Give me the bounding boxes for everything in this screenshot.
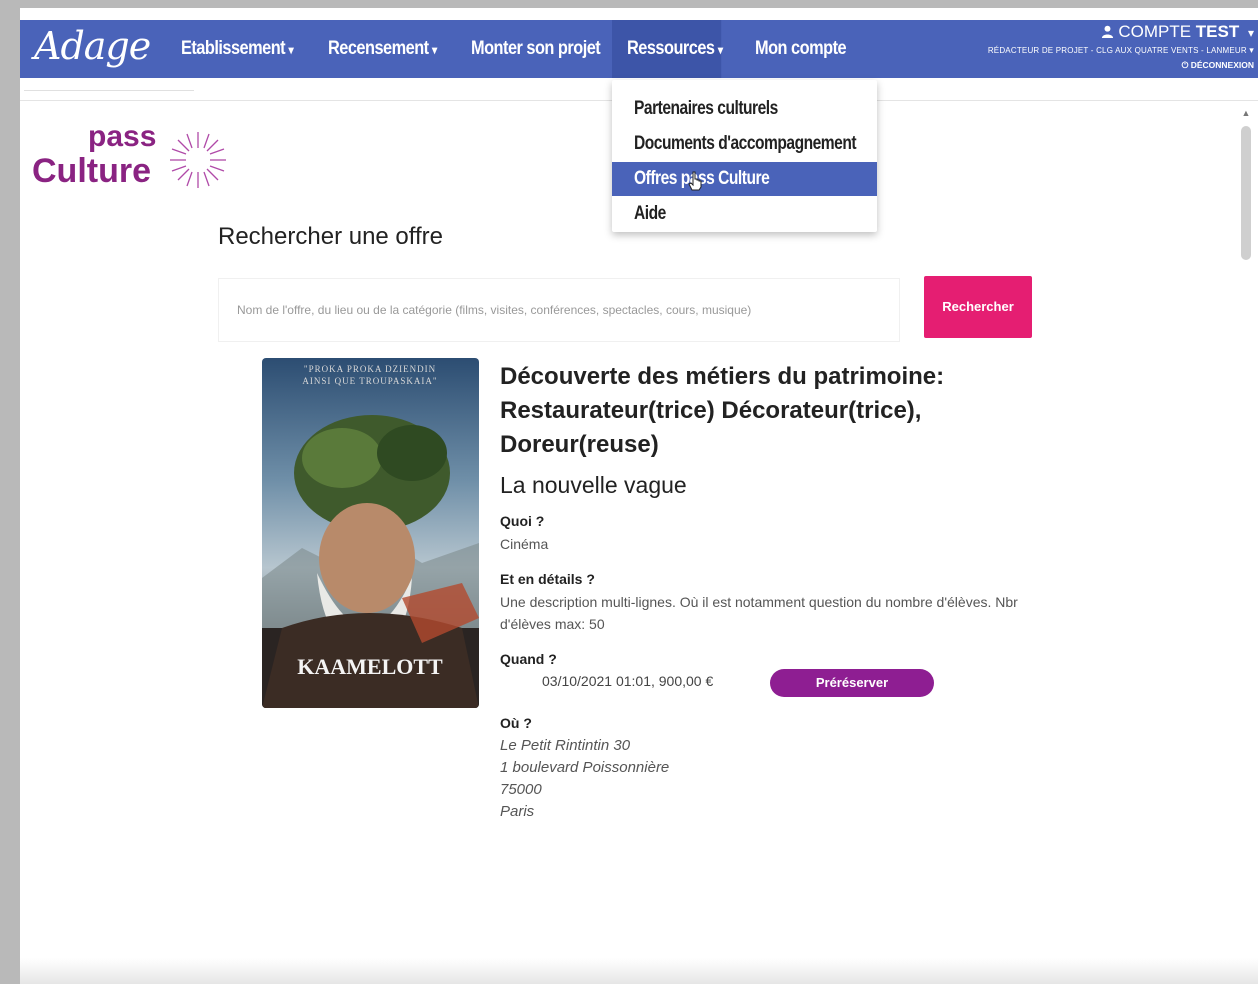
prereserve-button[interactable]: Préréserver (770, 669, 934, 697)
logo-pass-text: pass (88, 120, 157, 153)
nav-monter-projet[interactable]: Monter son projet (471, 20, 601, 78)
menu-item-label: Partenaires culturels (634, 98, 778, 119)
caret-down-icon: ▾ (432, 43, 437, 57)
caret-down-icon: ▾ (288, 43, 294, 57)
nav-ressources[interactable]: Ressources ▾ (627, 20, 723, 78)
when-value: 03/10/2021 01:01, 900,00 € (542, 673, 714, 689)
caret-down-icon: ▾ (1247, 26, 1254, 40)
details-label: Et en détails ? (500, 571, 595, 587)
account-name-bold: TEST (1195, 22, 1240, 41)
nav-recensement[interactable]: Recensement ▾ (328, 20, 437, 78)
when-row: 03/10/2021 01:01, 900,00 € Préréserver (500, 669, 1060, 699)
nav-etablissement-label: Etablissement (181, 38, 286, 59)
ressources-dropdown-menu: Partenaires culturels Documents d'accomp… (612, 80, 877, 232)
search-input[interactable]: Nom de l'offre, du lieu ou de la catégor… (218, 278, 900, 342)
caret-down-icon: ▾ (1249, 45, 1254, 55)
menu-item-label: Aide (634, 203, 666, 224)
menu-item-label: Documents d'accompagnement (634, 133, 857, 154)
account-prefix: COMPTE (1118, 22, 1192, 41)
logout-link[interactable]: ⏻ DÉCONNEXION (988, 60, 1254, 71)
address-block: Le Petit Rintintin 30 1 boulevard Poisso… (500, 735, 1060, 823)
details-value: Une description multi-lignes. Où il est … (500, 594, 1018, 632)
search-button[interactable]: Rechercher (924, 276, 1032, 338)
logout-label: DÉCONNEXION (1190, 60, 1254, 70)
page-scrollbar[interactable]: ▲ (1240, 108, 1252, 972)
caret-down-icon: ▾ (717, 43, 723, 57)
what-value: Cinéma (500, 536, 549, 552)
user-icon (1101, 25, 1113, 38)
scrollbar-thumb[interactable] (1241, 126, 1251, 260)
nav-mon-compte-label: Mon compte (755, 38, 847, 59)
nav-etablissement[interactable]: Etablissement ▾ (181, 20, 294, 78)
power-icon: ⏻ (1181, 60, 1189, 70)
offer-title: Découverte des métiers du patrimoine: Re… (500, 363, 945, 458)
scroll-up-arrow-icon[interactable]: ▲ (1240, 108, 1252, 122)
account-menu[interactable]: COMPTE TEST ▾ RÉDACTEUR DE PROJET - CLG … (988, 22, 1254, 71)
nav-recensement-label: Recensement (328, 38, 429, 59)
account-role-text: RÉDACTEUR DE PROJET - CLG AUX QUATRE VEN… (987, 46, 1247, 55)
when-label: Quand ? (500, 651, 557, 667)
nav-ressources-label: Ressources (627, 38, 715, 59)
offer-details: Découverte des métiers du patrimoine: Re… (500, 358, 1060, 823)
top-navbar: Adage Etablissement ▾ Recensement ▾ Monter… (20, 20, 1258, 78)
what-label: Quoi ? (500, 513, 545, 529)
menu-item-partenaires[interactable]: Partenaires culturels (612, 92, 877, 126)
search-title: Rechercher une offre (218, 223, 444, 250)
poster-logo-text: KAAMELOTT (297, 654, 443, 679)
account-role: RÉDACTEUR DE PROJET - CLG AUX QUATRE VEN… (988, 45, 1254, 56)
poster-top-text-2: AINSI QUE TROUPASKAIA" (302, 376, 437, 386)
logo-culture-text: Culture (32, 152, 151, 190)
sunburst-icon (170, 132, 226, 188)
address-line: Paris (500, 803, 535, 820)
where-label: Où ? (500, 715, 532, 731)
address-line: 75000 (500, 781, 542, 798)
offer-venue: La nouvelle vague (500, 472, 687, 498)
address-line: Le Petit Rintintin 30 (500, 737, 631, 754)
nav-mon-compte[interactable]: Mon compte (755, 20, 847, 78)
poster-top-text-1: "PROKA PROKA DZIENDIN (304, 364, 436, 374)
menu-item-offres-pass-culture[interactable]: Offres pass Culture (612, 162, 877, 196)
address-line: 1 boulevard Poissonnière (500, 759, 670, 776)
account-name[interactable]: COMPTE TEST ▾ (988, 22, 1254, 42)
subheader-tab-stub (24, 78, 194, 91)
adage-logo[interactable]: Adage (34, 24, 151, 68)
window-bottom-edge (20, 958, 1258, 984)
hand-cursor-icon (688, 171, 702, 191)
nav-monter-projet-label: Monter son projet (471, 38, 601, 59)
browser-window: Adage Etablissement ▾ Recensement ▾ Monter… (20, 8, 1258, 984)
offer-poster-image: "PROKA PROKA DZIENDIN AINSI QUE TROUPASK… (262, 358, 479, 708)
menu-item-documents[interactable]: Documents d'accompagnement (612, 127, 877, 161)
menu-item-aide[interactable]: Aide (612, 197, 877, 231)
pass-culture-logo: pass Culture (32, 120, 232, 200)
